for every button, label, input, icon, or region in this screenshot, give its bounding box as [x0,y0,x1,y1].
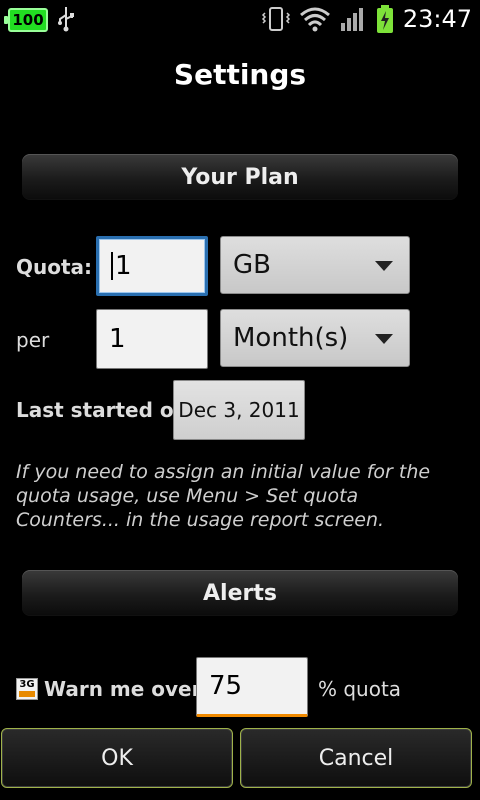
last-started-date-value: Dec 3, 2011 [178,398,300,422]
cancel-button[interactable]: Cancel [240,728,472,788]
period-input-value: 1 [109,324,126,354]
text-cursor [111,252,113,280]
ok-button-label: OK [101,745,133,771]
quota-unit-dropdown[interactable]: GB [220,236,410,294]
last-started-date-button[interactable]: Dec 3, 2011 [173,380,305,440]
period-input[interactable]: 1 [96,309,208,369]
chevron-down-icon [375,261,393,271]
period-unit-dropdown[interactable]: Month(s) [220,309,410,367]
section-header-alerts: Alerts [22,570,458,616]
usb-icon [58,7,74,32]
per-label: per [16,328,50,352]
section-header-label: Your Plan [181,164,299,190]
warn-threshold-input[interactable]: 75 [196,657,308,717]
section-header-your-plan: Your Plan [22,154,458,200]
page-title: Settings [173,58,307,91]
quota-input[interactable]: 1 [96,236,208,296]
warn-suffix-label: % quota [318,677,402,701]
period-unit-value: Month(s) [233,323,349,353]
help-text: If you need to assign an initial value f… [16,461,431,531]
clock: 23:47 [402,5,472,33]
ok-button[interactable]: OK [1,728,233,788]
warn-threshold-value: 75 [209,671,243,701]
3g-data-icon: 3G [16,678,38,700]
cancel-button-label: Cancel [318,745,394,771]
chevron-down-icon [375,334,393,344]
section-header-label: Alerts [203,580,277,606]
status-icons: 23:47 [261,4,472,34]
quota-input-value: 1 [115,251,132,281]
status-bar: 100 23:47 [0,0,480,38]
last-started-label: Last started on [16,398,188,422]
vibrate-icon [261,7,290,31]
signal-icon [340,8,363,31]
button-bar: OK Cancel [0,722,480,800]
quota-label: Quota: [16,255,93,279]
quota-unit-value: GB [233,250,271,280]
battery-level-indicator: 100 [4,8,48,32]
wifi-icon [299,7,330,32]
warn-label: Warn me over [44,677,202,701]
battery-charging-icon [376,5,393,33]
